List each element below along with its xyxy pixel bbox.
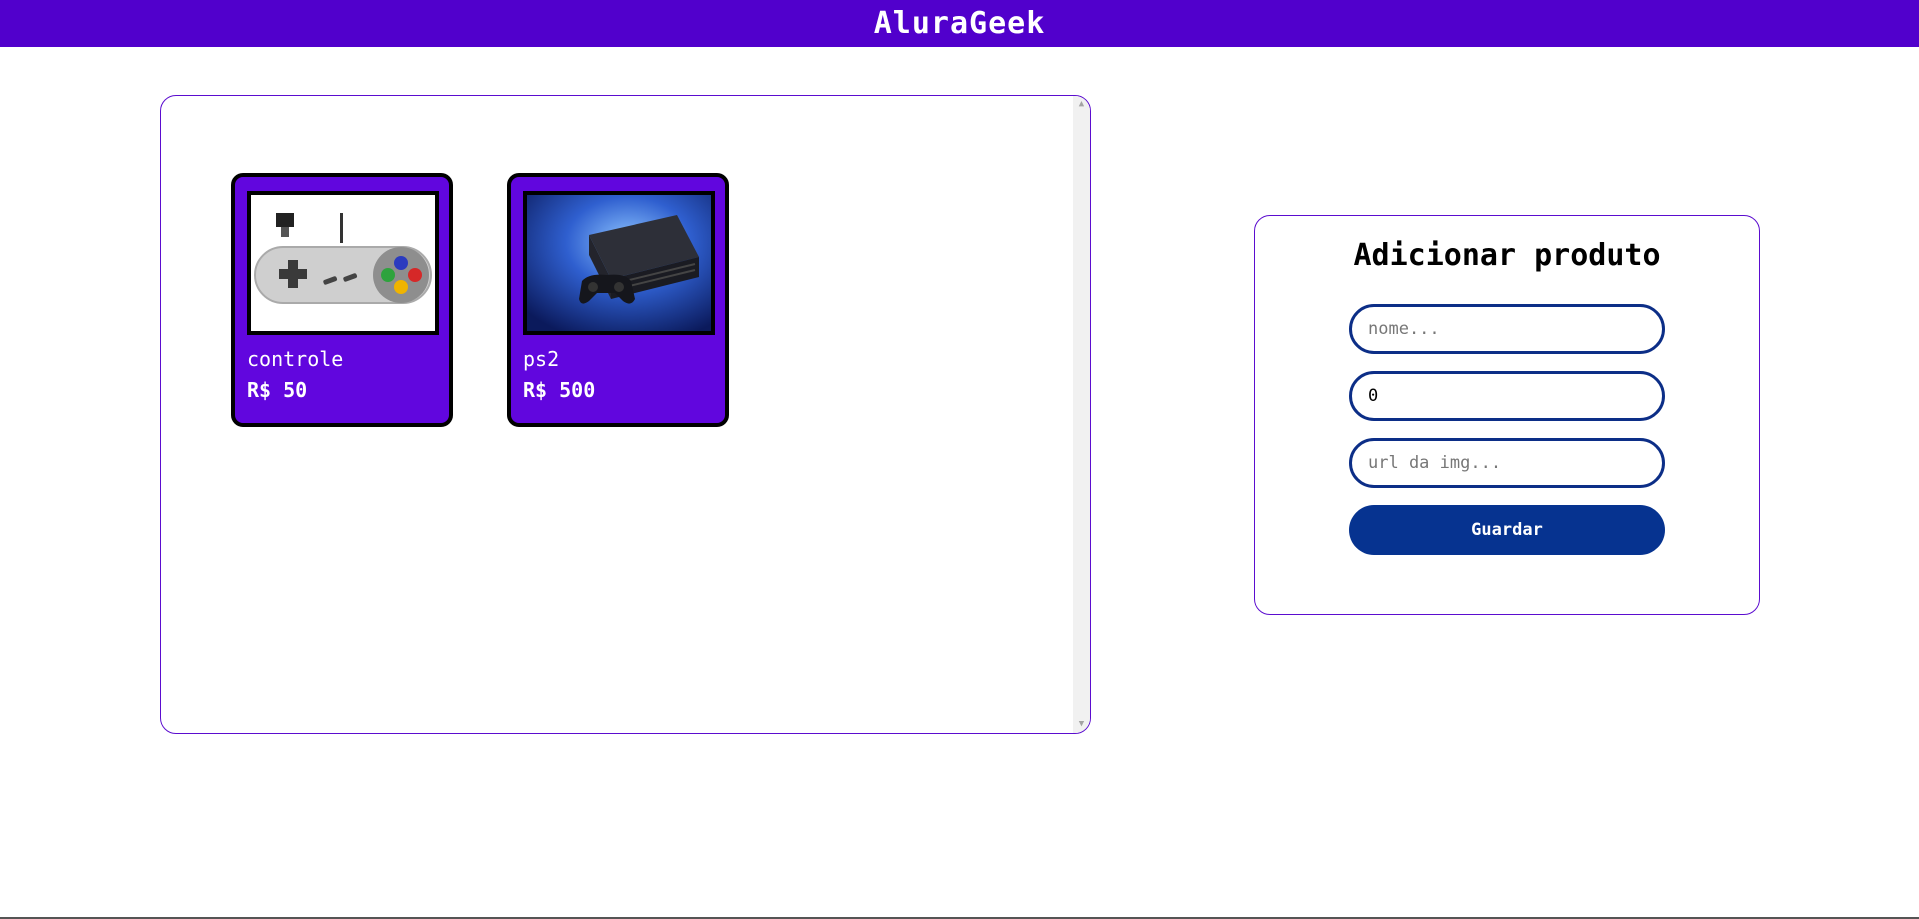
product-name: controle: [247, 347, 344, 371]
save-button[interactable]: Guardar: [1349, 505, 1665, 555]
product-price: R$ 500: [523, 378, 596, 402]
product-list-panel: controle R$ 50 ps2 R$ 500 ▲ ▼: [160, 95, 1091, 734]
app-header: AluraGeek: [0, 0, 1919, 47]
product-image: [247, 191, 439, 335]
product-image: [523, 191, 715, 335]
scrollbar[interactable]: ▲ ▼: [1073, 96, 1090, 733]
product-price: R$ 50: [247, 378, 308, 402]
product-name: ps2: [523, 347, 560, 371]
scroll-down-arrow-icon[interactable]: ▼: [1073, 716, 1090, 733]
price-input[interactable]: [1349, 371, 1665, 421]
product-card[interactable]: controle R$ 50: [231, 173, 453, 427]
form-title: Adicionar produto: [1353, 238, 1661, 273]
snes-controller-image: [251, 195, 435, 331]
ps2-console-image: [527, 195, 711, 331]
image-url-input[interactable]: [1349, 438, 1665, 488]
product-card[interactable]: ps2 R$ 500: [507, 173, 729, 427]
app-title: AluraGeek: [873, 6, 1046, 41]
name-input[interactable]: [1349, 304, 1665, 354]
add-product-form: Adicionar produto Guardar: [1254, 215, 1760, 615]
scroll-up-arrow-icon[interactable]: ▲: [1073, 96, 1090, 113]
